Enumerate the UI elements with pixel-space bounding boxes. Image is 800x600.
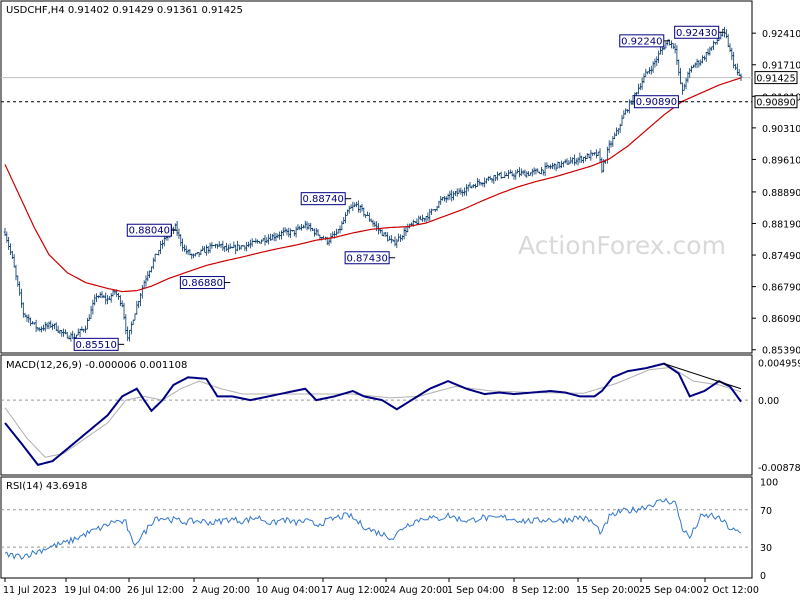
price-panel-title: USDCHF,H4 0.91402 0.91429 0.91361 0.9142… — [6, 5, 243, 16]
time-tick-label: 8 Sep 12:00 — [512, 585, 569, 596]
annotation-label: 0.88040 — [129, 226, 170, 237]
time-tick-label: 26 Jul 12:00 — [127, 585, 184, 596]
macd-tick-label: 0.00 — [758, 396, 779, 407]
time-tick-label: 24 Aug 20:00 — [384, 585, 448, 596]
rsi-panel-title: RSI(14) 43.6918 — [6, 481, 87, 492]
price-tick-label: 0.88190 — [762, 219, 800, 230]
price-annotation: 0.92240 — [619, 34, 670, 48]
price-tick-label: 0.92410 — [762, 29, 800, 40]
time-tick-label: 2 Oct 12:00 — [703, 585, 759, 596]
price-annotation: 0.92430 — [674, 25, 725, 39]
macd-tick-label: -0.008785 — [758, 463, 800, 474]
time-tick-label: 2 Aug 20:00 — [192, 585, 250, 596]
price-tick-label: 0.89610 — [762, 155, 800, 166]
price-tick-label: 0.86090 — [762, 314, 800, 325]
price-annotation: 0.85510 — [73, 337, 125, 351]
annotation-label: 0.88740 — [303, 194, 344, 205]
annotation-label: 0.92430 — [676, 28, 717, 39]
time-tick-label: 10 Aug 04:00 — [256, 585, 320, 596]
price-tick-label: 0.86790 — [762, 283, 800, 294]
price-tag-label: 0.90890 — [756, 98, 795, 109]
rsi-panel — [0, 476, 753, 579]
price-annotation: 0.87430 — [344, 251, 396, 265]
price-tag: 0.91425 — [754, 71, 798, 85]
price-tag-label: 0.91425 — [756, 74, 795, 85]
price-tick-label: 0.88890 — [762, 188, 800, 199]
usdchf-chart: ActionForex.com 0.85510 0.88040 0.86880 0.8… — [0, 0, 800, 596]
price-panel — [0, 0, 753, 354]
annotation-label: 0.90890 — [636, 97, 677, 108]
annotation-label: 0.85510 — [75, 340, 116, 351]
rsi-tick-label: 30 — [760, 543, 772, 554]
annotation-label: 0.87430 — [346, 253, 387, 264]
time-tick-label: 11 Jul 2023 — [3, 585, 57, 596]
price-tick-label: 0.90310 — [762, 124, 800, 135]
time-tick-label: 25 Sep 04:00 — [639, 585, 702, 596]
price-tag: 0.90890 — [754, 95, 798, 109]
time-tick-label: 19 Jul 04:00 — [64, 585, 121, 596]
time-tick-label: 17 Aug 12:00 — [321, 585, 385, 596]
time-tick-label: 1 Sep 04:00 — [447, 585, 504, 596]
time-tick-label: 15 Sep 20:00 — [576, 585, 639, 596]
macd-tick-label: 0.004959 — [758, 358, 800, 369]
watermark-text: ActionForex.com — [518, 231, 726, 260]
annotation-label: 0.86880 — [182, 278, 223, 289]
rsi-tick-label: 70 — [760, 506, 772, 517]
price-annotation: 0.86880 — [179, 276, 231, 290]
price-tick-label: 0.87490 — [762, 251, 800, 262]
macd-panel-title: MACD(12,26,9) -0.000006 0.001108 — [6, 360, 187, 371]
rsi-tick-label: 0 — [760, 571, 766, 582]
price-annotation: 0.88740 — [300, 192, 352, 206]
rsi-tick-label: 100 — [760, 478, 778, 489]
price-tick-label: 0.85390 — [762, 346, 800, 357]
price-tick-label: 0.91710 — [762, 61, 800, 72]
annotation-label: 0.92240 — [621, 36, 662, 47]
price-annotation: 0.88040 — [126, 223, 178, 237]
price-annotation: 0.90890 — [633, 95, 685, 109]
